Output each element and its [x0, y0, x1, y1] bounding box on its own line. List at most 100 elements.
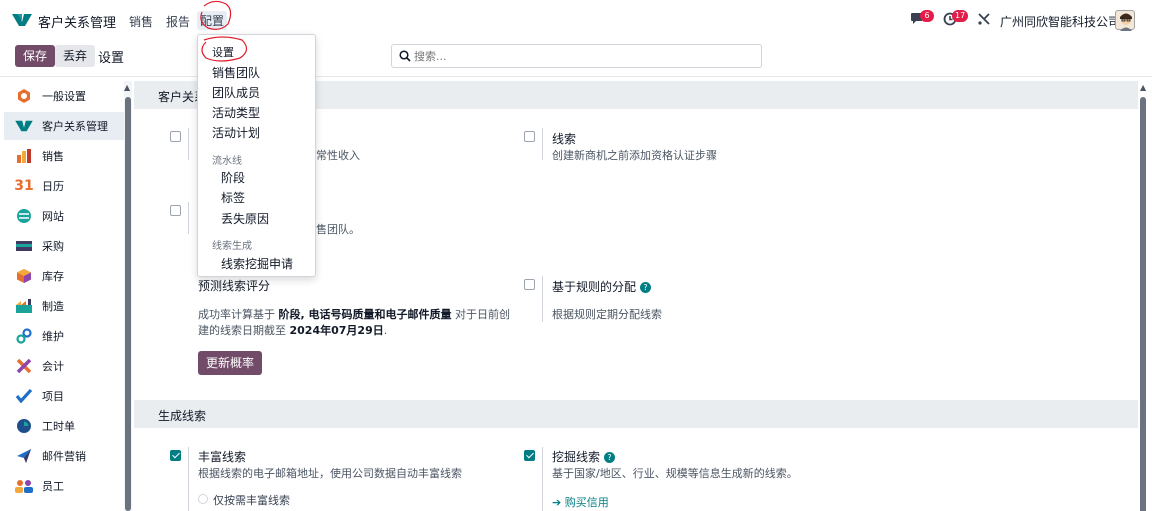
- update-probabilities-button[interactable]: 更新概率: [198, 351, 263, 375]
- sidebar-item-label: 日历: [42, 180, 64, 193]
- sidebar-item-general-settings[interactable]: 一般设置: [4, 82, 124, 110]
- project-icon: [15, 388, 33, 404]
- lead-generation-section-header: 生成线索: [134, 400, 1138, 428]
- enrich-on-demand-radio[interactable]: [198, 494, 208, 504]
- email-marketing-icon: [15, 448, 33, 464]
- crm-logo-icon[interactable]: [12, 12, 32, 28]
- divider: [188, 447, 189, 511]
- company-switcher[interactable]: 广州同欣智能科技公司: [1000, 13, 1120, 30]
- title-text: 基于规则的分配: [552, 280, 637, 294]
- dropdown-item-settings[interactable]: 设置: [212, 44, 234, 60]
- desc-text: 对于日前创: [455, 308, 511, 321]
- configuration-dropdown: 设置 销售团队 团队成员 活动类型 活动计划 流水线 阶段 标签 丢失原因 线索…: [197, 34, 316, 277]
- discard-button[interactable]: 丢弃: [55, 45, 96, 67]
- settings-sidebar: 一般设置 客户关系管理 销售 31 日历 网站 采购 库存 制造 维护 会计 项…: [0, 81, 134, 511]
- menu-configuration[interactable]: 配置: [197, 11, 228, 30]
- buy-credits-link[interactable]: ➔ 购买信用: [552, 494, 609, 510]
- rule-assignment-desc: 根据规则定期分配线索: [552, 308, 662, 321]
- menu-reporting[interactable]: 报告: [166, 13, 190, 30]
- sidebar-item-label: 会计: [42, 360, 64, 373]
- settings-icon: [15, 88, 33, 104]
- sidebar-item-label: 销售: [42, 150, 64, 163]
- sidebar-item-label: 客户关系管理: [42, 120, 108, 133]
- purchase-icon: [15, 238, 33, 254]
- sidebar-item-sales[interactable]: 销售: [4, 142, 124, 170]
- recurring-revenue-desc: 常性收入: [316, 149, 360, 162]
- dropdown-item-sales-teams[interactable]: 销售团队: [212, 64, 260, 81]
- search-icon: [399, 50, 411, 62]
- sales-teams-checkbox[interactable]: [170, 205, 181, 216]
- dropdown-item-lead-mining-requests[interactable]: 线索挖掘申请: [221, 255, 293, 272]
- sidebar-item-calendar[interactable]: 31 日历: [4, 172, 124, 200]
- scroll-up-arrow-icon[interactable]: ▲: [1140, 83, 1146, 92]
- sidebar-scrollbar[interactable]: ▲: [124, 81, 132, 511]
- divider: [542, 276, 543, 322]
- sidebar-item-crm[interactable]: 客户关系管理: [4, 112, 124, 140]
- activities-badge: 17: [952, 10, 969, 22]
- leads-checkbox[interactable]: [524, 131, 535, 142]
- divider: [188, 128, 189, 160]
- timesheet-icon: [15, 418, 33, 434]
- dropdown-header-pipeline: 流水线: [212, 156, 242, 167]
- help-icon[interactable]: ?: [604, 452, 616, 463]
- enrich-leads-checkbox[interactable]: [170, 450, 181, 461]
- sales-teams-desc: 售团队。: [316, 223, 360, 236]
- dropdown-item-team-members[interactable]: 团队成员: [212, 84, 260, 101]
- enrich-on-demand-label[interactable]: 仅按需丰富线索: [213, 492, 290, 508]
- lead-mining-title: 挖掘线索?: [552, 448, 616, 465]
- help-icon[interactable]: ?: [640, 282, 652, 293]
- desc-text: .: [383, 324, 388, 337]
- dropdown-item-activity-plans[interactable]: 活动计划: [212, 124, 260, 141]
- sidebar-item-purchase[interactable]: 采购: [4, 232, 124, 260]
- sidebar-item-timesheet[interactable]: 工时单: [4, 412, 124, 440]
- main-scroll-thumb[interactable]: [1140, 97, 1146, 511]
- maintenance-icon: [15, 328, 33, 344]
- sales-icon: [15, 148, 33, 164]
- sidebar-item-project[interactable]: 项目: [4, 382, 124, 410]
- sidebar-item-inventory[interactable]: 库存: [4, 262, 124, 290]
- sidebar-item-maintenance[interactable]: 维护: [4, 322, 124, 350]
- save-button[interactable]: 保存: [15, 45, 56, 67]
- divider: [542, 128, 543, 160]
- sidebar-item-accounting[interactable]: 会计: [4, 352, 124, 380]
- accounting-icon: [15, 358, 33, 374]
- menu-sales[interactable]: 销售: [129, 13, 153, 30]
- dropdown-item-activity-types[interactable]: 活动类型: [212, 104, 260, 121]
- app-title[interactable]: 客户关系管理: [38, 12, 116, 31]
- desc-text: 建的线索日期截至: [198, 324, 286, 337]
- recurring-revenue-checkbox[interactable]: [170, 131, 181, 142]
- sidebar-item-label: 项目: [42, 390, 64, 403]
- sidebar-item-employees[interactable]: 员工: [4, 472, 124, 500]
- predictive-scoring-desc-line1: 成功率计算基于 阶段, 电话号码质量和电子邮件质量 对于日前创: [198, 306, 510, 322]
- predictive-scoring-desc-line2: 建的线索日期截至 2024年07月29日.: [198, 322, 387, 338]
- search-box[interactable]: [391, 44, 762, 68]
- leads-title: 线索: [552, 132, 577, 146]
- enrich-leads-desc: 根据线索的电子邮箱地址，使用公司数据自动丰富线索: [198, 467, 462, 480]
- search-input[interactable]: [414, 48, 744, 64]
- scroll-up-arrow-icon[interactable]: ▲: [124, 83, 130, 92]
- sidebar-scroll-thumb[interactable]: [125, 97, 131, 511]
- predictive-scoring-title: 预测线索评分: [198, 279, 271, 293]
- sidebar-item-label: 工时单: [42, 420, 75, 433]
- debug-tools-icon[interactable]: [977, 12, 991, 29]
- user-avatar[interactable]: [1115, 10, 1135, 31]
- sidebar-item-label: 邮件营销: [42, 450, 86, 463]
- dropdown-item-stages[interactable]: 阶段: [221, 169, 245, 186]
- manufacturing-icon: [15, 298, 33, 314]
- main-scrollbar[interactable]: ▲: [1139, 81, 1148, 511]
- sidebar-item-manufacturing[interactable]: 制造: [4, 292, 124, 320]
- divider: [542, 447, 543, 511]
- dropdown-item-lost-reasons[interactable]: 丢失原因: [221, 210, 269, 227]
- lead-mining-checkbox[interactable]: [524, 450, 535, 461]
- dropdown-item-tags[interactable]: 标签: [221, 189, 245, 206]
- divider: [188, 202, 189, 234]
- leads-desc: 创建新商机之前添加资格认证步骤: [552, 149, 717, 162]
- page-title: 设置: [98, 51, 125, 66]
- rule-assignment-checkbox[interactable]: [524, 279, 535, 290]
- inventory-icon: [15, 268, 33, 284]
- divider: [0, 76, 1152, 77]
- sidebar-item-email-marketing[interactable]: 邮件营销: [4, 442, 124, 470]
- sidebar-item-label: 采购: [42, 240, 64, 253]
- sidebar-item-website[interactable]: 网站: [4, 202, 124, 230]
- calendar-icon: 31: [14, 178, 34, 194]
